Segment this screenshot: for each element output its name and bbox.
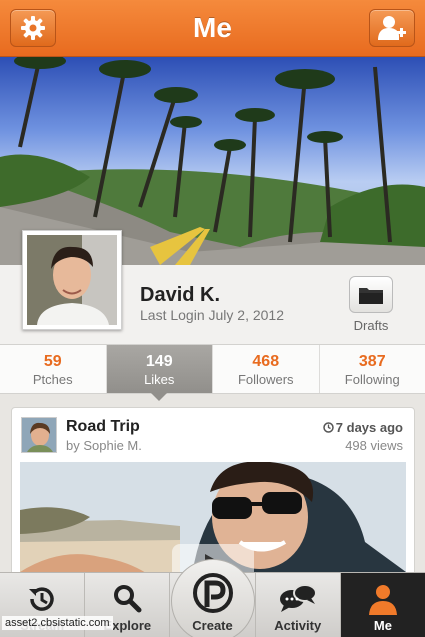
stat-likes[interactable]: 149 Likes <box>106 345 213 401</box>
tab-activity[interactable]: Activity <box>256 573 341 637</box>
history-icon <box>29 587 54 611</box>
top-nav-bar: Me <box>0 0 425 57</box>
stats-bar: 59 Ptches 149 Likes 468 Followers 387 Fo… <box>0 344 425 401</box>
stat-label: Following <box>344 372 400 387</box>
stat-label: Ptches <box>32 372 73 387</box>
post-author[interactable]: by Sophie M. <box>66 438 142 453</box>
last-login-text: Last Login July 2, 2012 <box>140 307 284 323</box>
tab-label: Create <box>192 618 233 633</box>
stat-value: 468 <box>252 353 280 370</box>
author-avatar[interactable] <box>21 417 57 453</box>
post-title[interactable]: Road Trip <box>66 418 140 436</box>
stat-following[interactable]: 387 Following <box>320 345 425 393</box>
tab-create[interactable]: Create <box>170 559 256 637</box>
stat-label: Followers <box>237 372 294 387</box>
drafts-button[interactable] <box>349 276 393 313</box>
post-views: 498 views <box>345 438 403 453</box>
person-icon <box>368 585 397 615</box>
post-time-text: 7 days ago <box>335 420 403 435</box>
chat-bubbles-icon <box>279 584 317 612</box>
folder-icon <box>359 287 383 304</box>
tab-label: Me <box>373 618 392 633</box>
page-title: Me <box>193 12 232 43</box>
stat-value: 387 <box>358 353 386 370</box>
tab-me[interactable]: Me <box>340 573 425 637</box>
add-user-icon <box>378 16 406 40</box>
post-time: 7 days ago <box>323 420 403 435</box>
stat-ptches[interactable]: 59 Ptches <box>0 345 107 393</box>
avatar-photo <box>27 235 117 325</box>
stat-followers[interactable]: 468 Followers <box>213 345 320 393</box>
avatar[interactable] <box>22 230 122 330</box>
source-watermark: asset2.cbsistatic.com <box>2 616 113 630</box>
stat-label: Likes <box>144 372 175 387</box>
create-logo-icon <box>192 573 233 613</box>
search-icon <box>114 585 142 613</box>
add-friend-button[interactable] <box>369 9 415 47</box>
drafts-label: Drafts <box>353 318 389 333</box>
stat-value: 59 <box>43 353 62 370</box>
stat-value: 149 <box>145 353 173 370</box>
clock-icon <box>323 422 334 433</box>
profile-name: David K. <box>140 284 221 306</box>
tab-label: Activity <box>274 618 322 633</box>
